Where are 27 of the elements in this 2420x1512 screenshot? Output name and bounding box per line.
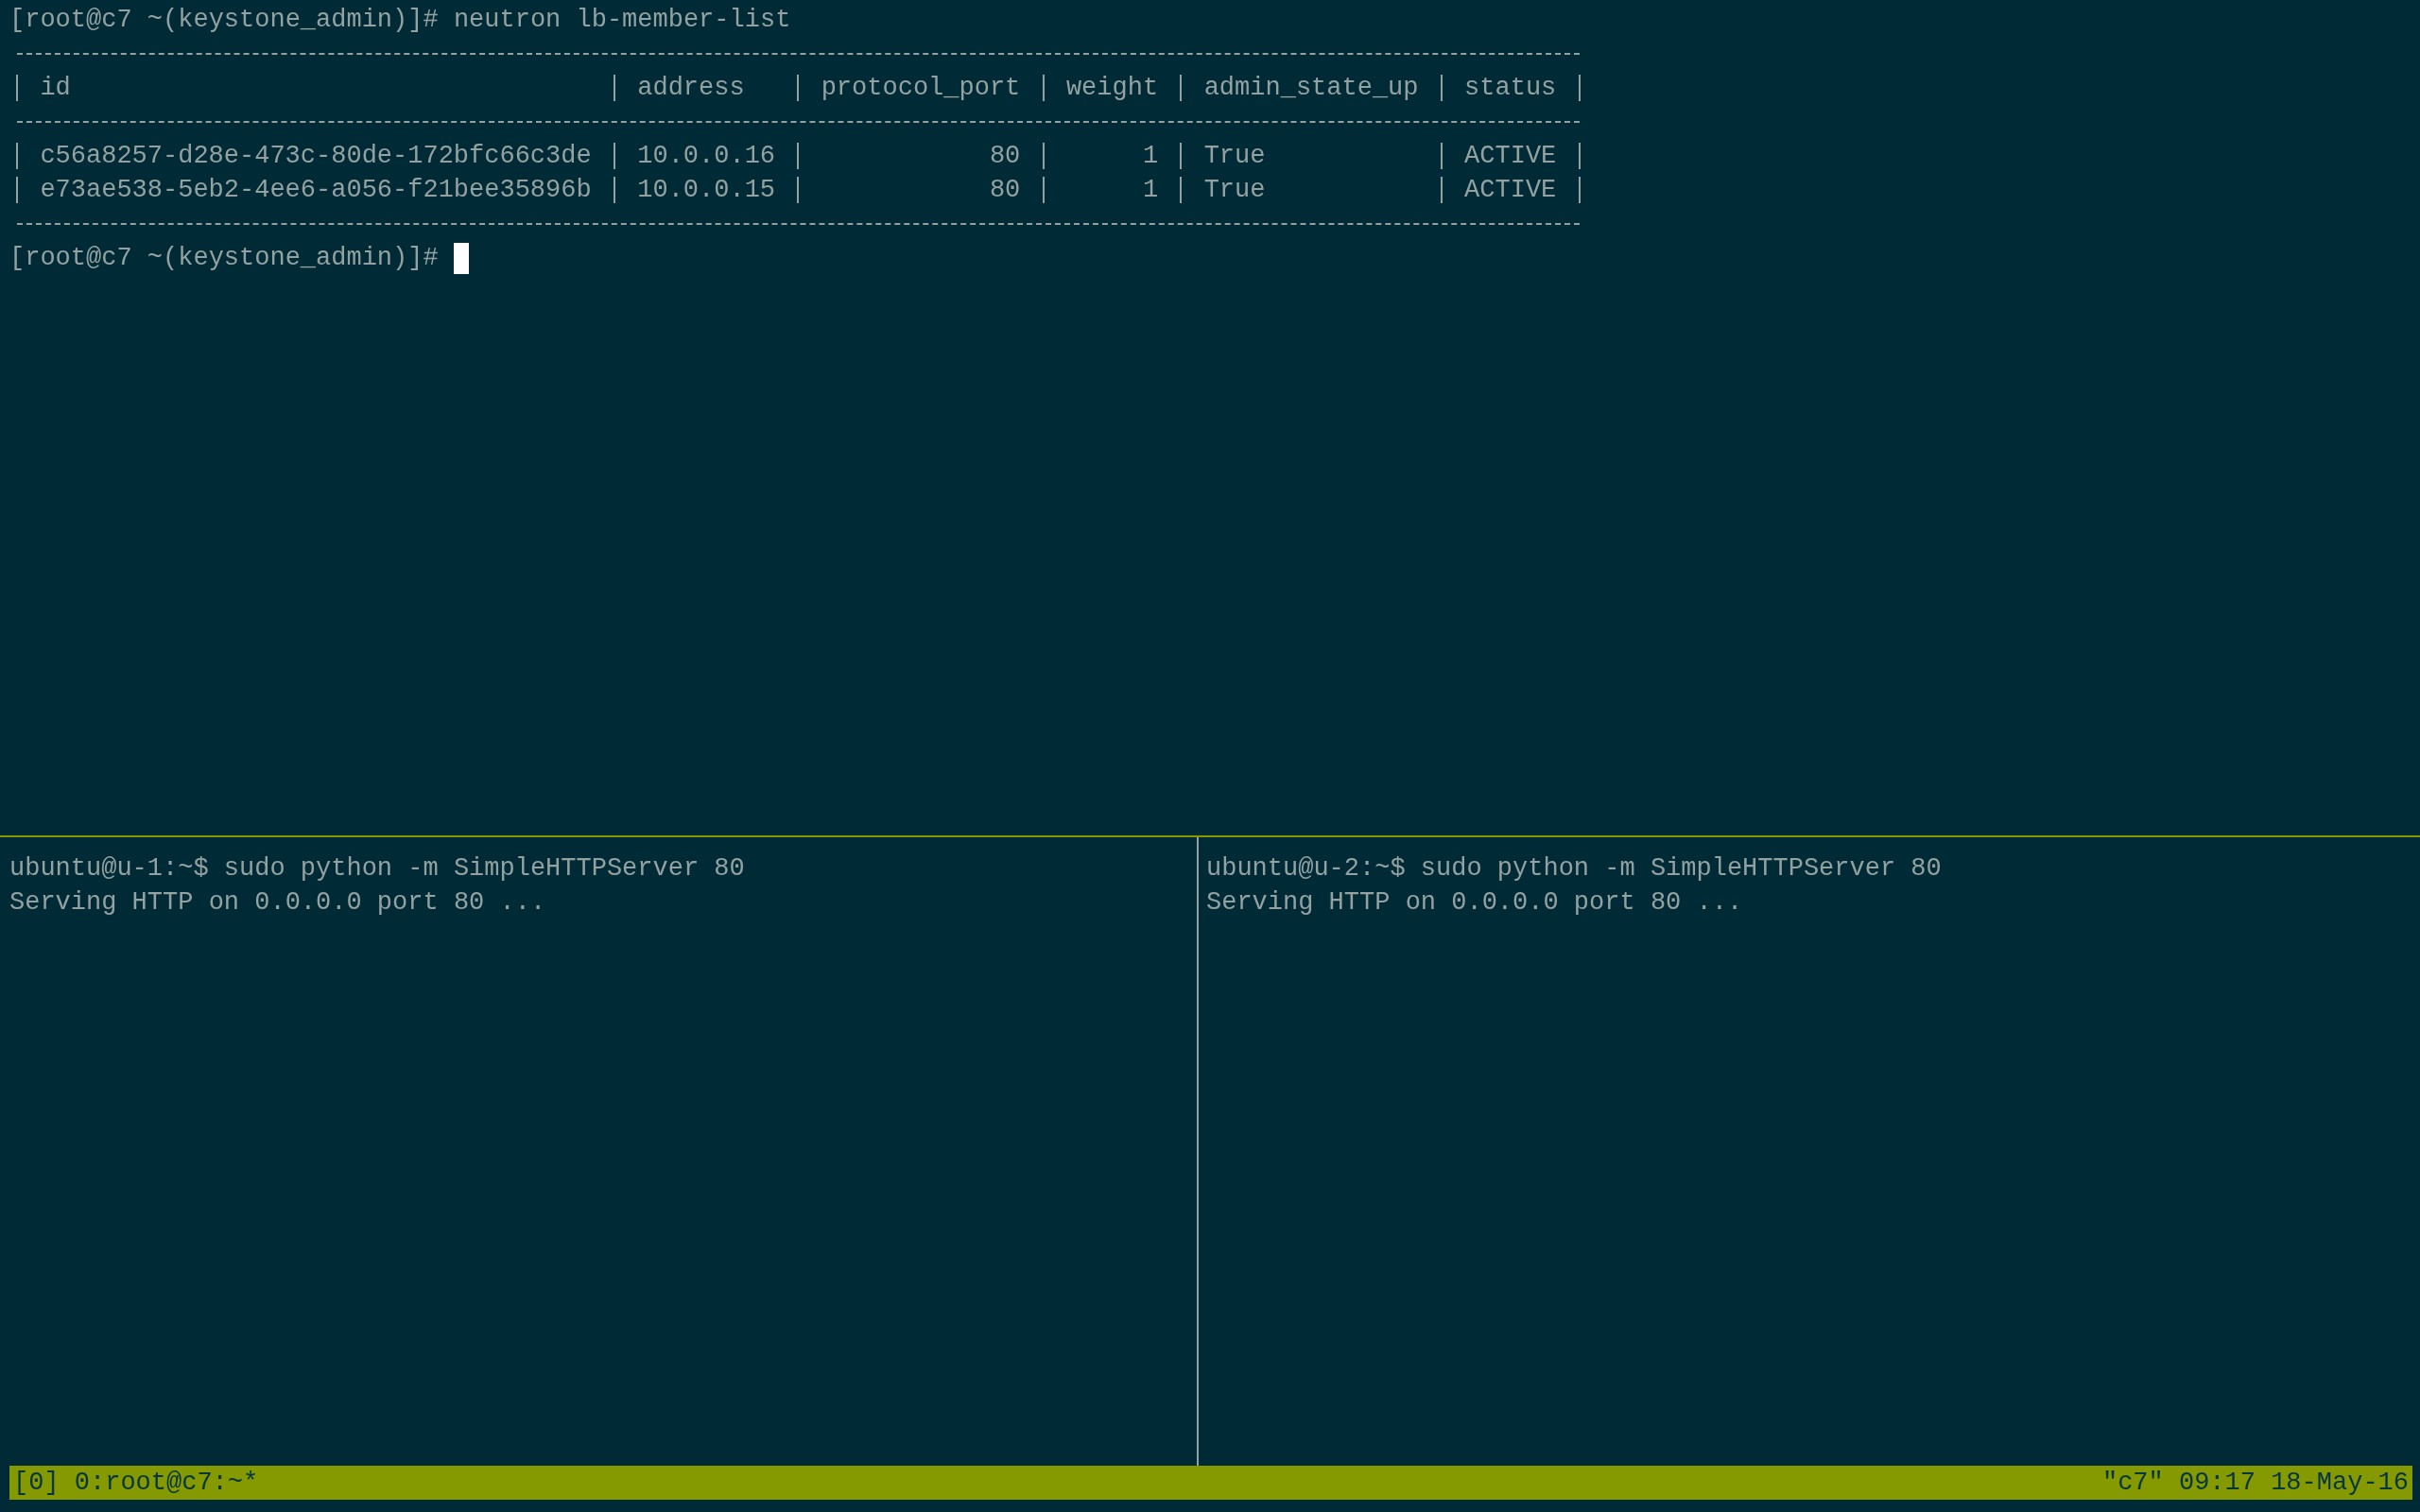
- session-label: [0]: [13, 1468, 60, 1499]
- command-output: Serving HTTP on 0.0.0.0 port 80 ...: [9, 887, 547, 919]
- column-header: status: [1463, 73, 1558, 104]
- table-cell-text: 1: [1141, 175, 1160, 206]
- command-line: ubuntu@u-1:~$ sudo python -m SimpleHTTPServer 80: [9, 853, 746, 885]
- command-output: Serving HTTP on 0.0.0.0 port 80 ...: [1206, 887, 1744, 919]
- column-header: id: [39, 73, 72, 104]
- table-cell-text: 10.0.0.15: [636, 175, 777, 206]
- table-cell-text: 80: [988, 175, 1022, 206]
- command-line: ubuntu@u-2:~$ sudo python -m SimpleHTTPServer 80: [1206, 853, 1943, 885]
- column-header: admin_state_up: [1202, 73, 1420, 104]
- table-cell-text: 1: [1141, 141, 1160, 172]
- command-line: [root@c7 ~(keystone_admin)]# neutron lb-member-list: [9, 5, 792, 36]
- table-cell-text: True: [1202, 141, 1267, 172]
- table-cell-text: True: [1202, 175, 1267, 206]
- table-cell-text: 10.0.0.16: [636, 141, 777, 172]
- table-cell-text: e73ae538-5eb2-4ee6-a056-f21bee35896b: [39, 175, 593, 206]
- column-header: weight: [1064, 73, 1160, 104]
- column-header: protocol_port: [820, 73, 1022, 104]
- column-header: address: [636, 73, 746, 104]
- window-tab[interactable]: 0:root@c7:~*: [74, 1466, 259, 1500]
- table-cell-text: ACTIVE: [1463, 175, 1558, 206]
- shell-prompt: [root@c7 ~(keystone_admin)]#: [9, 243, 439, 274]
- table-cell-text: c56a8257-d28e-473c-80de-172bfc66c3de: [39, 141, 593, 172]
- status-info: "c7" 09:17 18-May-16: [2101, 1468, 2409, 1499]
- table-cell-text: ACTIVE: [1463, 141, 1558, 172]
- table-cell-text: 80: [988, 141, 1022, 172]
